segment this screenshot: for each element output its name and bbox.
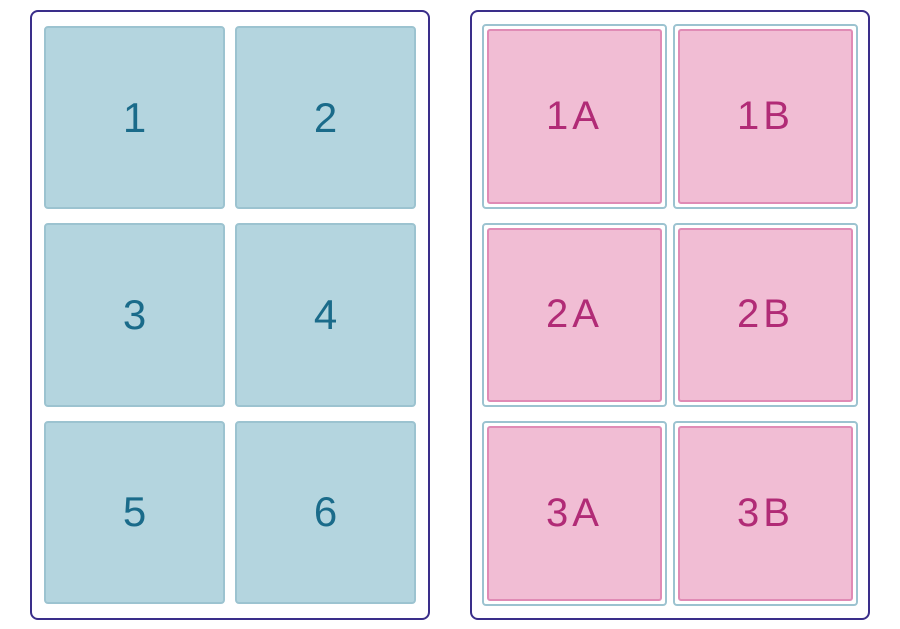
grid-subcell: 2B (678, 228, 853, 403)
grid-cell: 6 (235, 421, 416, 604)
cell-label: 1 (123, 94, 146, 142)
grid-slot: 1B (673, 24, 858, 209)
cell-label: 3A (546, 491, 603, 536)
cell-label: 2B (737, 292, 794, 337)
grid-subcell: 1B (678, 29, 853, 204)
cell-label: 1A (546, 94, 603, 139)
cell-label: 5 (123, 488, 146, 536)
grid-cell: 3 (44, 223, 225, 406)
grid-cell: 1 (44, 26, 225, 209)
cell-label: 6 (314, 488, 337, 536)
cell-label: 1B (737, 94, 794, 139)
cell-label: 2 (314, 94, 337, 142)
grid-slot: 3A (482, 421, 667, 606)
cell-label: 2A (546, 292, 603, 337)
grid-subcell: 2A (487, 228, 662, 403)
cell-label: 3 (123, 291, 146, 339)
grid-subcell: 3B (678, 426, 853, 601)
grid-cell: 5 (44, 421, 225, 604)
grid-slot: 3B (673, 421, 858, 606)
left-grid-panel: 1 2 3 4 5 6 (30, 10, 430, 620)
right-grid-panel: 1A 1B 2A 2B 3A 3B (470, 10, 870, 620)
cell-label: 4 (314, 291, 337, 339)
grid-subcell: 3A (487, 426, 662, 601)
grid-subcell: 1A (487, 29, 662, 204)
grid-cell: 2 (235, 26, 416, 209)
grid-cell: 4 (235, 223, 416, 406)
grid-slot: 2A (482, 223, 667, 408)
cell-label: 3B (737, 491, 794, 536)
grid-slot: 1A (482, 24, 667, 209)
grid-slot: 2B (673, 223, 858, 408)
